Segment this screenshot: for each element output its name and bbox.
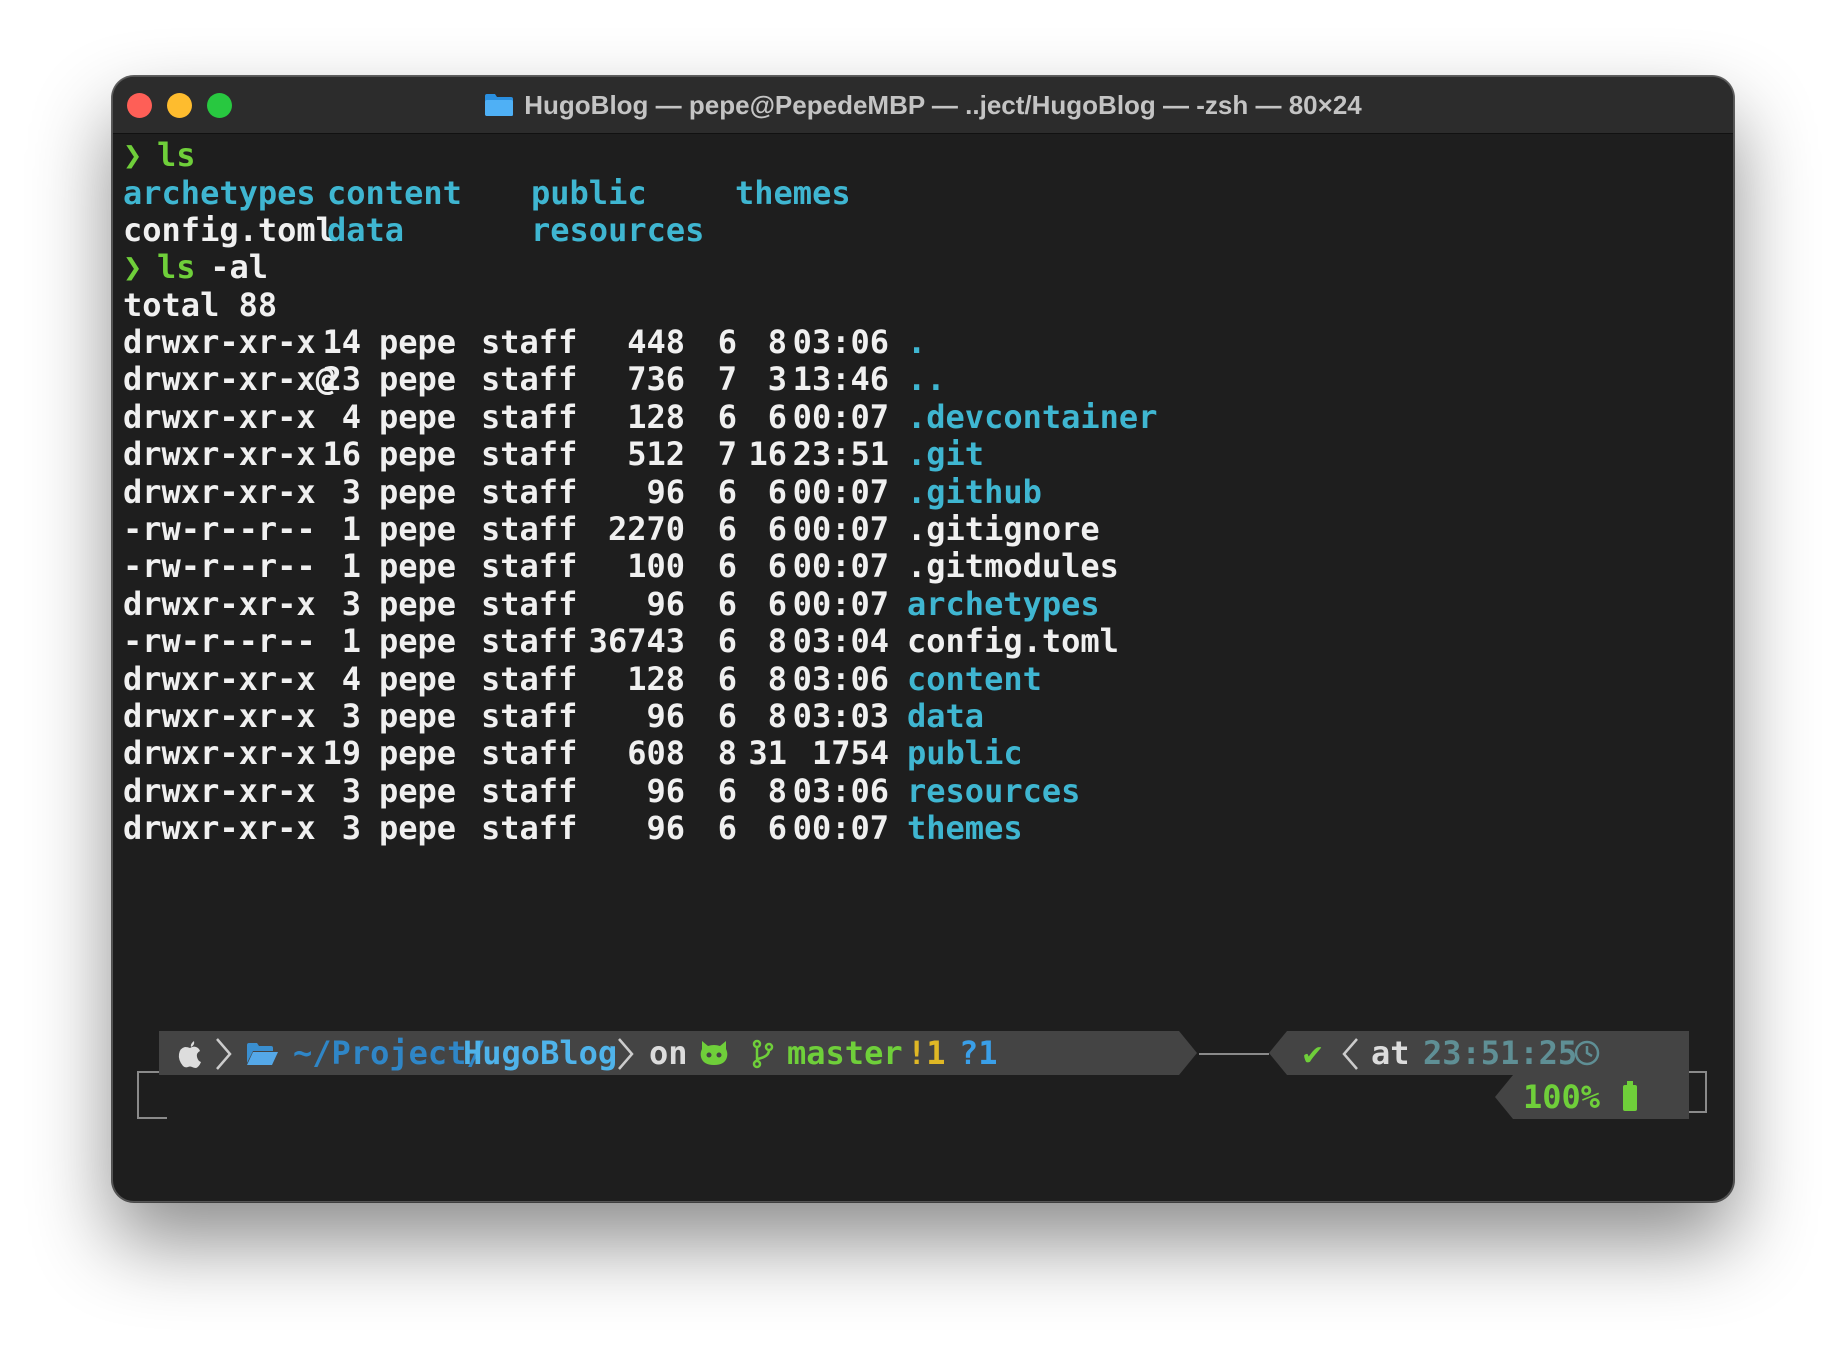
prompt-frame-side (137, 1071, 139, 1117)
battery-level: 100% (1523, 1078, 1601, 1116)
at-label: at (1371, 1034, 1410, 1072)
clock-time: 23:51:25 (1423, 1034, 1578, 1072)
prompt-frame-bottom (137, 1117, 167, 1119)
title-bar: HugoBlog — pepe@PepedeMBP — ..ject/HugoB… (113, 77, 1733, 134)
separator-chevron (618, 1038, 634, 1070)
apple-icon (178, 1041, 201, 1068)
segment-arrow (1179, 1031, 1197, 1075)
listing-time: 00:07 (792, 809, 889, 848)
listing-user: pepe (379, 809, 457, 848)
segment-arrow (1495, 1075, 1513, 1119)
prompt-frame-right-side (1705, 1071, 1707, 1111)
separator-chevron (1342, 1038, 1358, 1070)
ls-entry: themes (735, 174, 851, 212)
battery-icon (1623, 1081, 1637, 1111)
listing-group: staff (481, 809, 578, 848)
window-title: HugoBlog — pepe@PepedeMBP — ..ject/HugoB… (524, 89, 1362, 120)
path-current: HugoBlog (463, 1034, 618, 1072)
branch-name: master (787, 1034, 903, 1072)
prompt-connector (1199, 1053, 1269, 1055)
clock-icon (1574, 1040, 1600, 1066)
ls-entry: resources (531, 211, 705, 249)
listing-month: 6 (717, 809, 737, 848)
ls-entry: data (327, 211, 405, 249)
modified-count: !1 (907, 1034, 946, 1072)
git-branch-icon (752, 1039, 774, 1069)
untracked-count: ?1 (959, 1034, 998, 1072)
folder-icon (484, 93, 514, 117)
listing-links: 3 (341, 809, 361, 848)
listing-name: themes (907, 809, 1023, 848)
prompt-frame-top (137, 1071, 161, 1073)
prompt-connector-start (1169, 1053, 1179, 1055)
github-icon (700, 1041, 728, 1065)
separator-chevron (216, 1038, 232, 1070)
on-label: on (649, 1034, 688, 1072)
window-title-area: HugoBlog — pepe@PepedeMBP — ..ject/HugoB… (113, 77, 1733, 133)
path-prefix: ~/Project/ (293, 1034, 486, 1072)
terminal-window: HugoBlog — pepe@PepedeMBP — ..ject/HugoB… (112, 76, 1734, 1202)
listing-perm: drwxr-xr-x (123, 809, 316, 848)
status-ok-icon: ✔ (1303, 1034, 1323, 1072)
listing-day: 6 (767, 809, 787, 848)
folder-open-icon (247, 1043, 278, 1065)
listing-size: 96 (646, 809, 685, 848)
segment-arrow (1269, 1031, 1287, 1075)
terminal-content[interactable]: ❯ ls archetypes content public themes co… (123, 133, 1733, 1201)
